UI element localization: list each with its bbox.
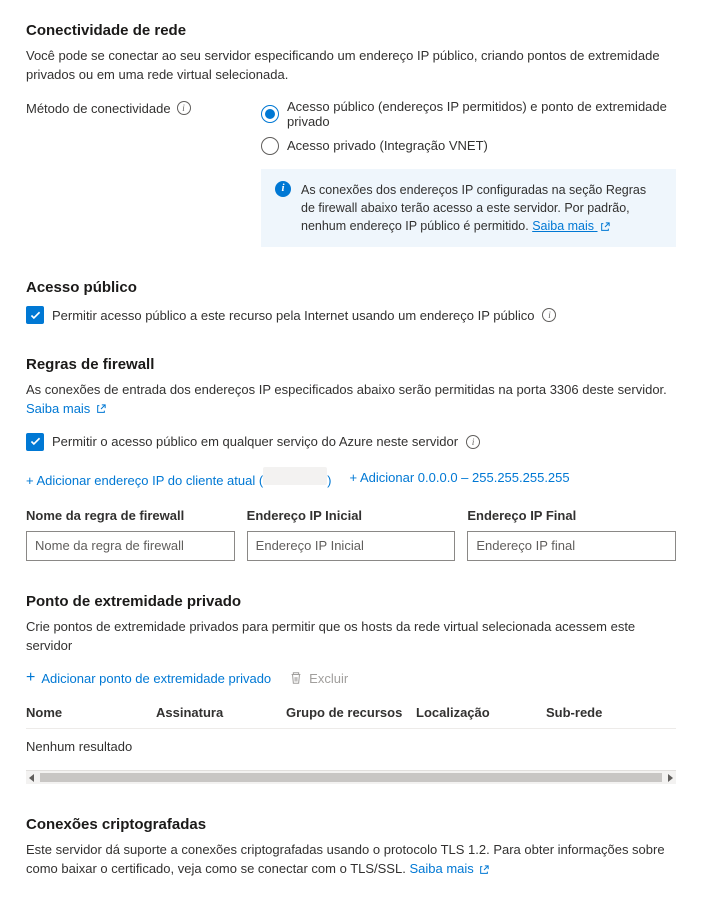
fw-rule-name-label: Nome da regra de firewall bbox=[26, 508, 235, 523]
pe-table-header: Nome Assinatura Grupo de recursos Locali… bbox=[26, 697, 676, 729]
connectivity-heading: Conectividade de rede bbox=[26, 22, 676, 39]
info-icon[interactable]: i bbox=[466, 435, 480, 449]
public-access-checkbox-label: Permitir acesso público a este recurso p… bbox=[52, 308, 534, 323]
firewall-desc: As conexões de entrada dos endereços IP … bbox=[26, 381, 676, 419]
radio-private-access[interactable]: Acesso privado (Integração VNET) bbox=[261, 137, 676, 155]
info-icon[interactable]: i bbox=[177, 101, 191, 115]
encrypted-learn-more-link[interactable]: Saiba mais bbox=[409, 861, 489, 876]
public-access-checkbox[interactable] bbox=[26, 306, 44, 324]
external-link-icon bbox=[479, 865, 489, 875]
check-icon bbox=[29, 309, 42, 322]
horizontal-scrollbar[interactable] bbox=[26, 770, 676, 784]
private-endpoint-desc: Crie pontos de extremidade privados para… bbox=[26, 618, 676, 656]
azure-services-checkbox-label: Permitir o acesso público em qualquer se… bbox=[52, 434, 458, 449]
info-icon[interactable]: i bbox=[542, 308, 556, 322]
connectivity-desc: Você pode se conectar ao seu servidor es… bbox=[26, 47, 676, 85]
fw-end-ip-input[interactable] bbox=[467, 531, 676, 561]
add-client-ip-link[interactable]: + Adicionar endereço IP do cliente atual… bbox=[26, 467, 332, 488]
radio-public-label: Acesso público (endereços IP permitidos)… bbox=[287, 99, 676, 129]
radio-icon bbox=[261, 105, 279, 123]
plus-icon: + bbox=[26, 669, 35, 687]
add-private-endpoint-button[interactable]: + Adicionar ponto de extremidade privado bbox=[26, 669, 271, 687]
external-link-icon bbox=[600, 222, 610, 232]
delete-private-endpoint-button: Excluir bbox=[289, 671, 348, 686]
external-link-icon bbox=[96, 404, 106, 414]
col-subscription: Assinatura bbox=[156, 705, 286, 720]
add-ip-range-link[interactable]: + Adicionar 0.0.0.0 – 255.255.255.255 bbox=[350, 470, 570, 485]
encrypted-heading: Conexões criptografadas bbox=[26, 816, 676, 833]
trash-icon bbox=[289, 671, 303, 685]
fw-end-ip-label: Endereço IP Final bbox=[467, 508, 676, 523]
col-resource-group: Grupo de recursos bbox=[286, 705, 416, 720]
col-subnet: Sub-rede bbox=[546, 705, 676, 720]
radio-public-access[interactable]: Acesso público (endereços IP permitidos)… bbox=[261, 99, 676, 129]
fw-start-ip-input[interactable] bbox=[247, 531, 456, 561]
col-name: Nome bbox=[26, 705, 156, 720]
connectivity-info-box: i As conexões dos endereços IP configura… bbox=[261, 169, 676, 247]
info-learn-more-link[interactable]: Saiba mais bbox=[532, 219, 609, 233]
add-pe-label: Adicionar ponto de extremidade privado bbox=[41, 671, 271, 686]
info-icon: i bbox=[275, 181, 291, 197]
connectivity-method-radio-group: Acesso público (endereços IP permitidos)… bbox=[261, 99, 676, 155]
radio-icon bbox=[261, 137, 279, 155]
firewall-learn-more-link[interactable]: Saiba mais bbox=[26, 401, 106, 416]
firewall-heading: Regras de firewall bbox=[26, 356, 676, 373]
fw-rule-name-input[interactable] bbox=[26, 531, 235, 561]
delete-pe-label: Excluir bbox=[309, 671, 348, 686]
fw-start-ip-label: Endereço IP Inicial bbox=[247, 508, 456, 523]
check-icon bbox=[29, 435, 42, 448]
pe-empty-state: Nenhum resultado bbox=[26, 729, 676, 764]
radio-private-label: Acesso privado (Integração VNET) bbox=[287, 138, 488, 153]
encrypted-desc: Este servidor dá suporte a conexões crip… bbox=[26, 841, 676, 879]
col-location: Localização bbox=[416, 705, 546, 720]
method-label: Método de conectividade bbox=[26, 101, 171, 116]
private-endpoint-heading: Ponto de extremidade privado bbox=[26, 593, 676, 610]
client-ip-pill bbox=[263, 467, 327, 485]
public-access-heading: Acesso público bbox=[26, 279, 676, 296]
azure-services-checkbox[interactable] bbox=[26, 433, 44, 451]
